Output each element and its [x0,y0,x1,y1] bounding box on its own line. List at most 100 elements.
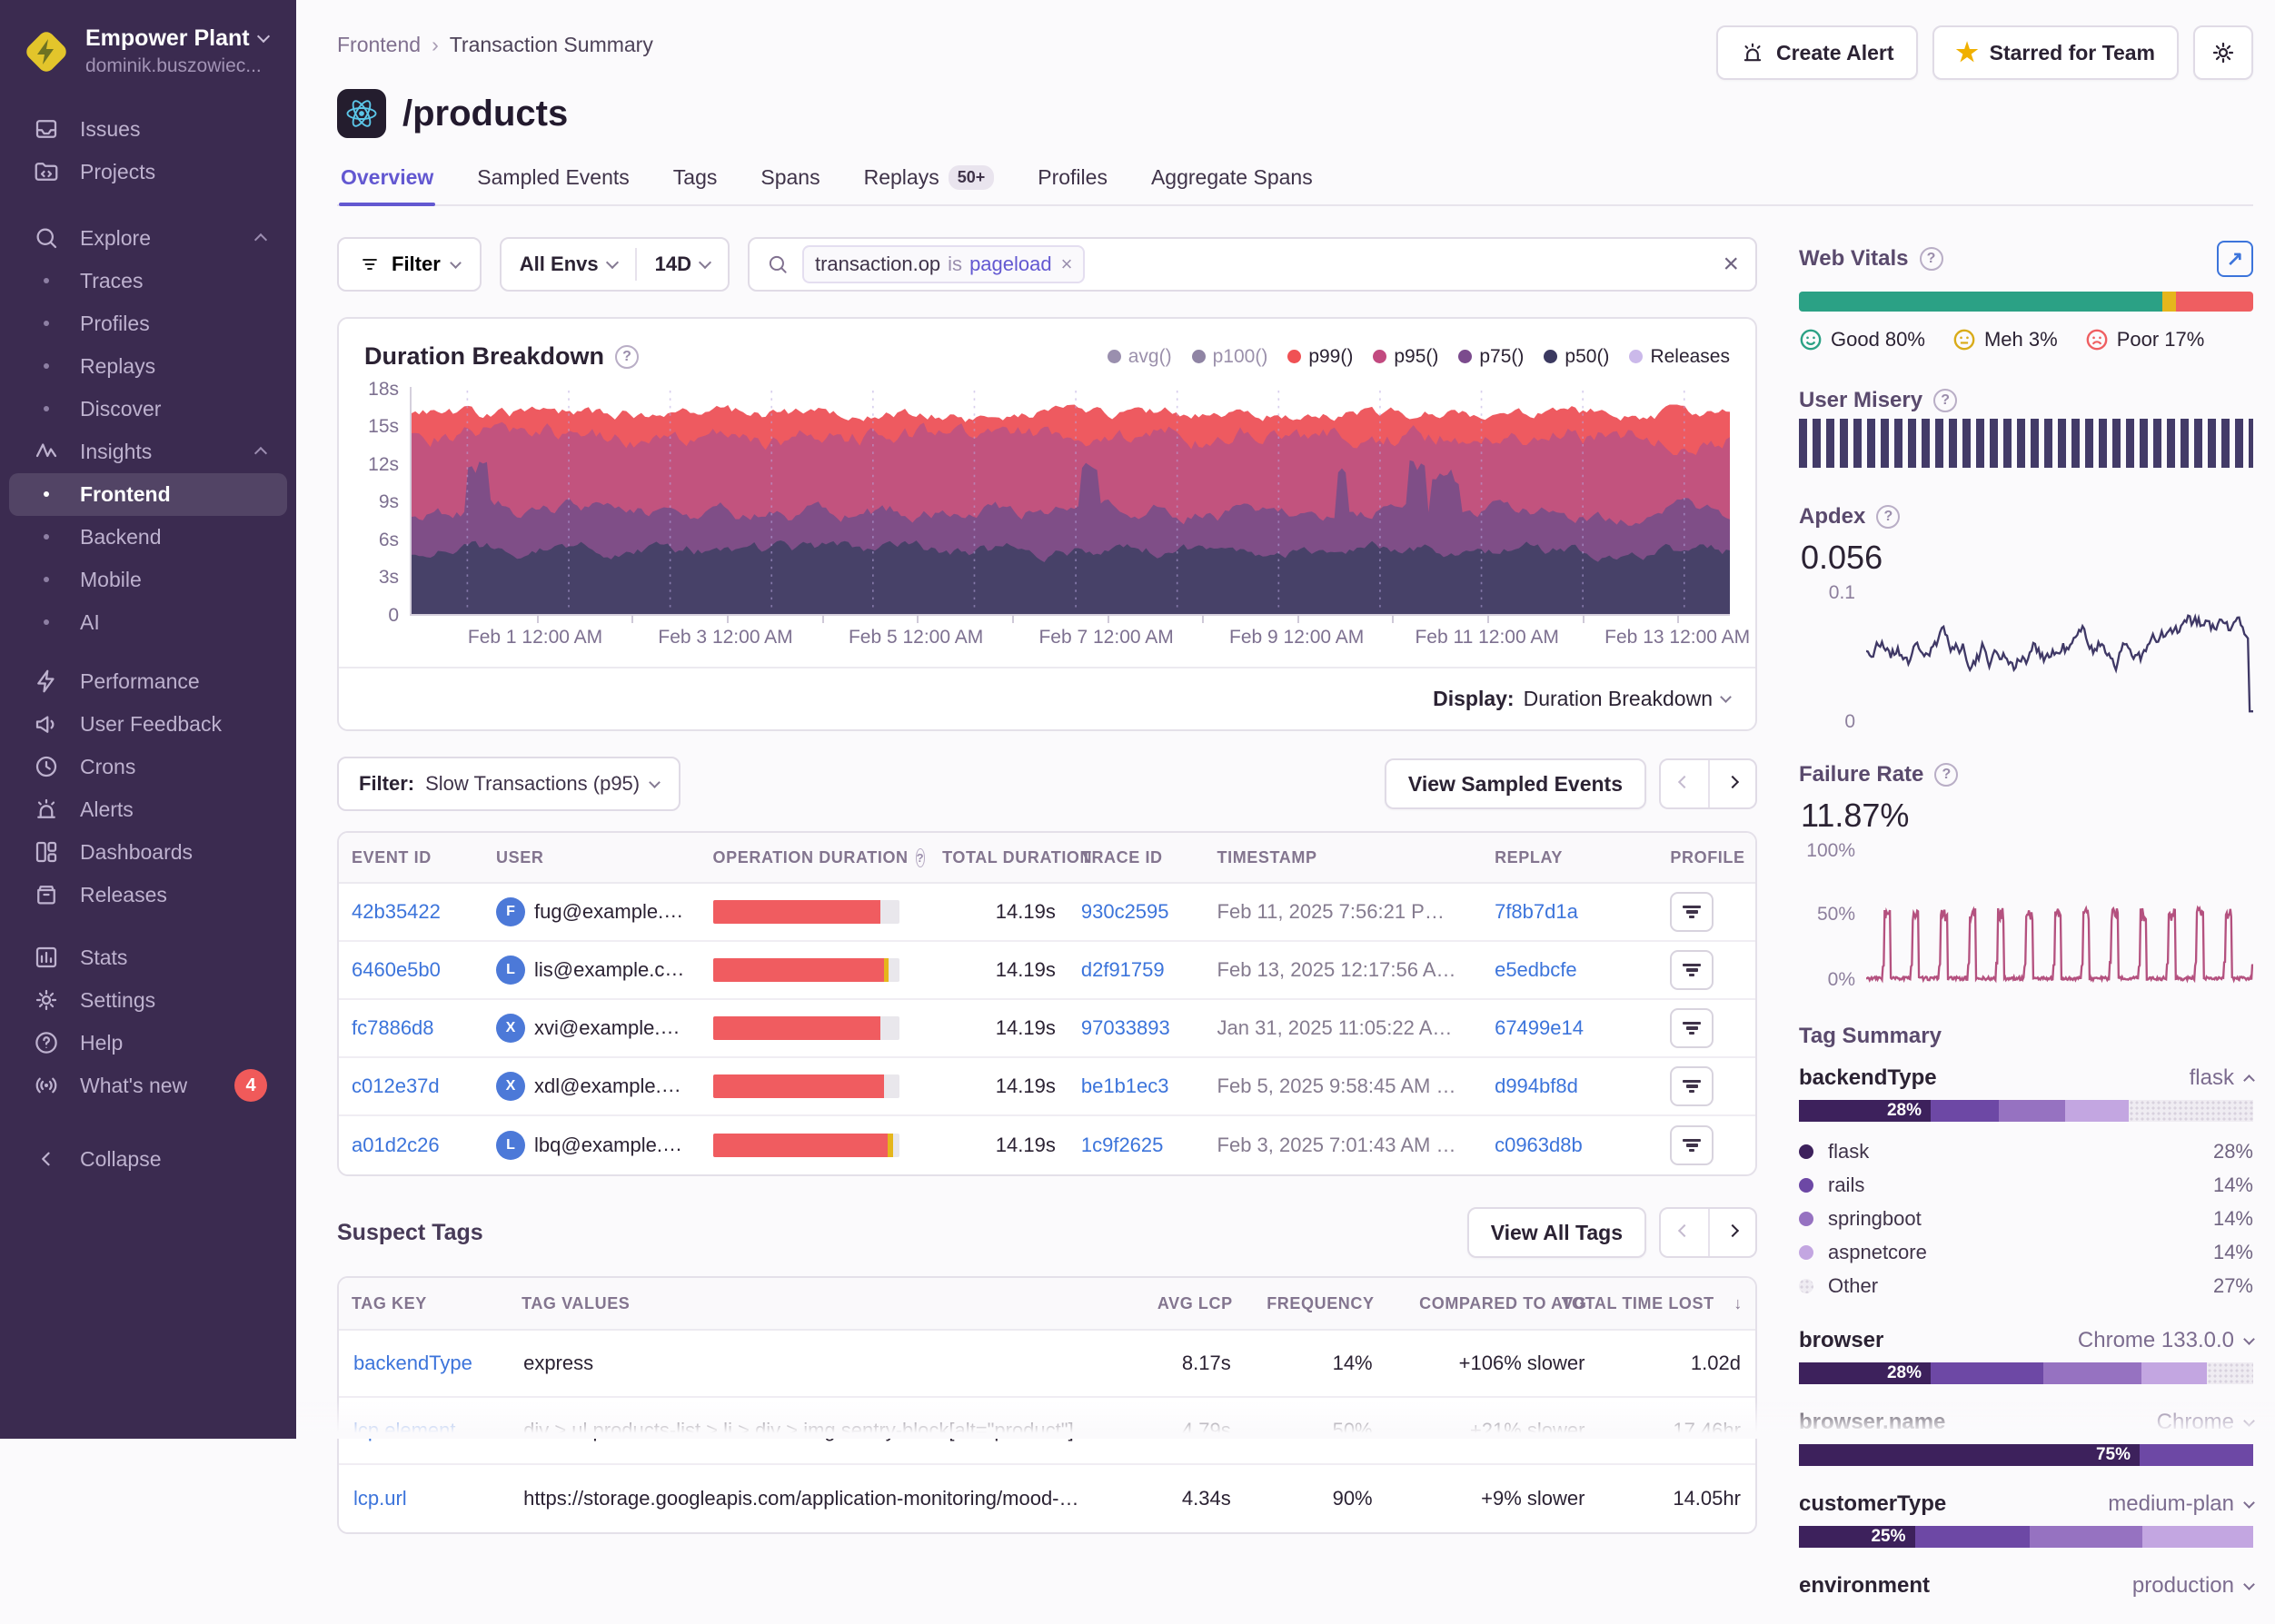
event-id-link[interactable]: c012e37d [352,1074,440,1097]
sidebar-item-issues[interactable]: Issues [9,108,287,151]
sidebar-item-performance[interactable]: Performance [9,660,287,703]
search-filter-chip[interactable]: transaction.op is pageload × [802,245,1086,283]
tag-group-select[interactable]: production [2132,1573,2253,1599]
info-icon[interactable]: ? [615,345,639,369]
sidebar-item-profiles[interactable]: Profiles [9,302,287,345]
legend-p50[interactable]: p50() [1544,346,1609,368]
event-id-link[interactable]: 6460e5b0 [352,958,441,981]
replay-link[interactable]: e5edbcfe [1495,958,1577,981]
sidebar-item-releases[interactable]: Releases [9,874,287,916]
sidebar-item-backend[interactable]: Backend [9,516,287,559]
legend-releases[interactable]: Releases [1629,346,1730,368]
next-page-button[interactable] [1708,1209,1755,1256]
tag-group-select[interactable]: flask [2190,1065,2253,1091]
sidebar-item-traces[interactable]: Traces [9,260,287,302]
tag-key-link[interactable]: lcp.url [353,1487,407,1510]
tab-tags[interactable]: Tags [671,165,720,204]
tab-spans[interactable]: Spans [759,165,821,204]
prev-page-button[interactable] [1661,1209,1708,1256]
tab-replays[interactable]: Replays50+ [862,165,997,204]
sidebar-collapse-button[interactable]: Collapse [9,1138,287,1181]
replay-link[interactable]: 67499e14 [1495,1016,1584,1039]
tag-key-link[interactable]: backendType [353,1352,472,1374]
trace-id-link[interactable]: 97033893 [1081,1016,1170,1039]
event-id-link[interactable]: a01d2c26 [352,1134,440,1156]
date-range-selector[interactable]: 14D [637,239,728,290]
timestamp: Feb 13, 2025 12:17:56 A… [1205,958,1483,982]
info-icon[interactable]: ? [1876,505,1900,529]
sidebar-item-mobile[interactable]: Mobile [9,559,287,601]
list-item[interactable]: aspnetcore14% [1799,1235,2253,1269]
profile-button[interactable] [1670,1008,1714,1048]
tab-aggregate-spans[interactable]: Aggregate Spans [1149,165,1315,204]
legend-p95[interactable]: p95() [1373,346,1438,368]
filter-dropdown[interactable]: Filter [337,237,482,292]
sidebar-item-projects[interactable]: Projects [9,151,287,193]
legend-avg[interactable]: avg() [1108,346,1172,368]
profile-button[interactable] [1670,892,1714,932]
sidebar-item-frontend[interactable]: Frontend [9,473,287,516]
sort-column-header[interactable]: TOTAL TIME LOST ↓ [1599,1294,1754,1313]
trace-id-link[interactable]: d2f91759 [1081,958,1165,981]
sidebar-item-help[interactable]: Help [9,1022,287,1065]
view-all-tags-button[interactable]: View All Tags [1467,1207,1646,1258]
next-page-button[interactable] [1708,760,1755,807]
sidebar-item-stats[interactable]: Stats [9,936,287,979]
replay-link[interactable]: d994bf8d [1495,1074,1578,1097]
info-icon[interactable]: ? [916,848,926,867]
environment-selector[interactable]: All Envs [502,239,635,290]
sidebar-item-ai[interactable]: AI [9,601,287,644]
list-item[interactable]: springboot14% [1799,1202,2253,1235]
tab-sampled-events[interactable]: Sampled Events [475,165,631,204]
profile-button[interactable] [1670,950,1714,990]
info-icon[interactable]: ? [1934,763,1958,787]
legend-p100[interactable]: p100() [1192,346,1268,368]
profile-button[interactable] [1670,1125,1714,1165]
sidebar-item-replays[interactable]: Replays [9,345,287,388]
search-clear-icon[interactable]: × [1723,249,1739,280]
trace-id-link[interactable]: 1c9f2625 [1081,1134,1164,1156]
sidebar-item-crons[interactable]: Crons [9,746,287,788]
breadcrumb-frontend[interactable]: Frontend [337,33,421,57]
event-id-link[interactable]: 42b35422 [352,900,441,923]
tab-profiles[interactable]: Profiles [1036,165,1109,204]
tag-key-link[interactable]: lcp.element [353,1419,456,1441]
trace-id-link[interactable]: 930c2595 [1081,900,1169,923]
info-icon[interactable]: ? [1933,389,1957,412]
prev-page-button[interactable] [1661,760,1708,807]
transaction-settings-button[interactable] [2193,25,2253,80]
chip-remove-icon[interactable]: × [1061,253,1073,276]
replay-link[interactable]: c0963d8b [1495,1134,1583,1156]
sidebar-item-explore[interactable]: Explore [9,217,287,260]
starred-for-team-button[interactable]: ★ Starred for Team [1932,25,2179,80]
sidebar-item-dashboards[interactable]: Dashboards [9,831,287,874]
sidebar-item-whats-new[interactable]: What's new 4 [9,1065,287,1107]
sidebar-item-settings[interactable]: Settings [9,979,287,1022]
sidebar-item-alerts[interactable]: Alerts [9,788,287,831]
info-icon[interactable]: ? [1920,247,1943,271]
sidebar-item-insights[interactable]: Insights [9,431,287,473]
tab-overview[interactable]: Overview [339,165,435,204]
tag-group-select[interactable]: medium-plan [2108,1491,2253,1517]
profile-button[interactable] [1670,1066,1714,1106]
sidebar-item-discover[interactable]: Discover [9,388,287,431]
legend-p99[interactable]: p99() [1287,346,1353,368]
list-item[interactable]: Other27% [1799,1269,2253,1302]
org-switcher[interactable]: Empower Plant dominik.buszowiec... [0,20,296,81]
trace-id-link[interactable]: be1b1ec3 [1081,1074,1169,1097]
view-sampled-events-button[interactable]: View Sampled Events [1385,758,1646,809]
display-selector[interactable]: Display: Duration Breakdown [1433,687,1730,711]
event-id-link[interactable]: fc7886d8 [352,1016,434,1039]
list-item[interactable]: flask28% [1799,1134,2253,1168]
tag-group-select[interactable]: Chrome [2157,1410,2253,1435]
tag-group-select[interactable]: Chrome 133.0.0 [2078,1328,2253,1353]
create-alert-button[interactable]: Create Alert [1716,25,1918,80]
search-input[interactable]: transaction.op is pageload × × [748,237,1757,292]
sidebar-item-user-feedback[interactable]: User Feedback [9,703,287,746]
list-item[interactable]: rails14% [1799,1168,2253,1202]
open-in-vitals-icon[interactable]: ↗ [2217,241,2253,277]
replay-link[interactable]: 7f8b7d1a [1495,900,1578,923]
transaction-filter-dropdown[interactable]: Filter: Slow Transactions (p95) [337,757,681,811]
legend-p75[interactable]: p75() [1458,346,1524,368]
tag-distribution-bar: 75% [1799,1444,2253,1466]
